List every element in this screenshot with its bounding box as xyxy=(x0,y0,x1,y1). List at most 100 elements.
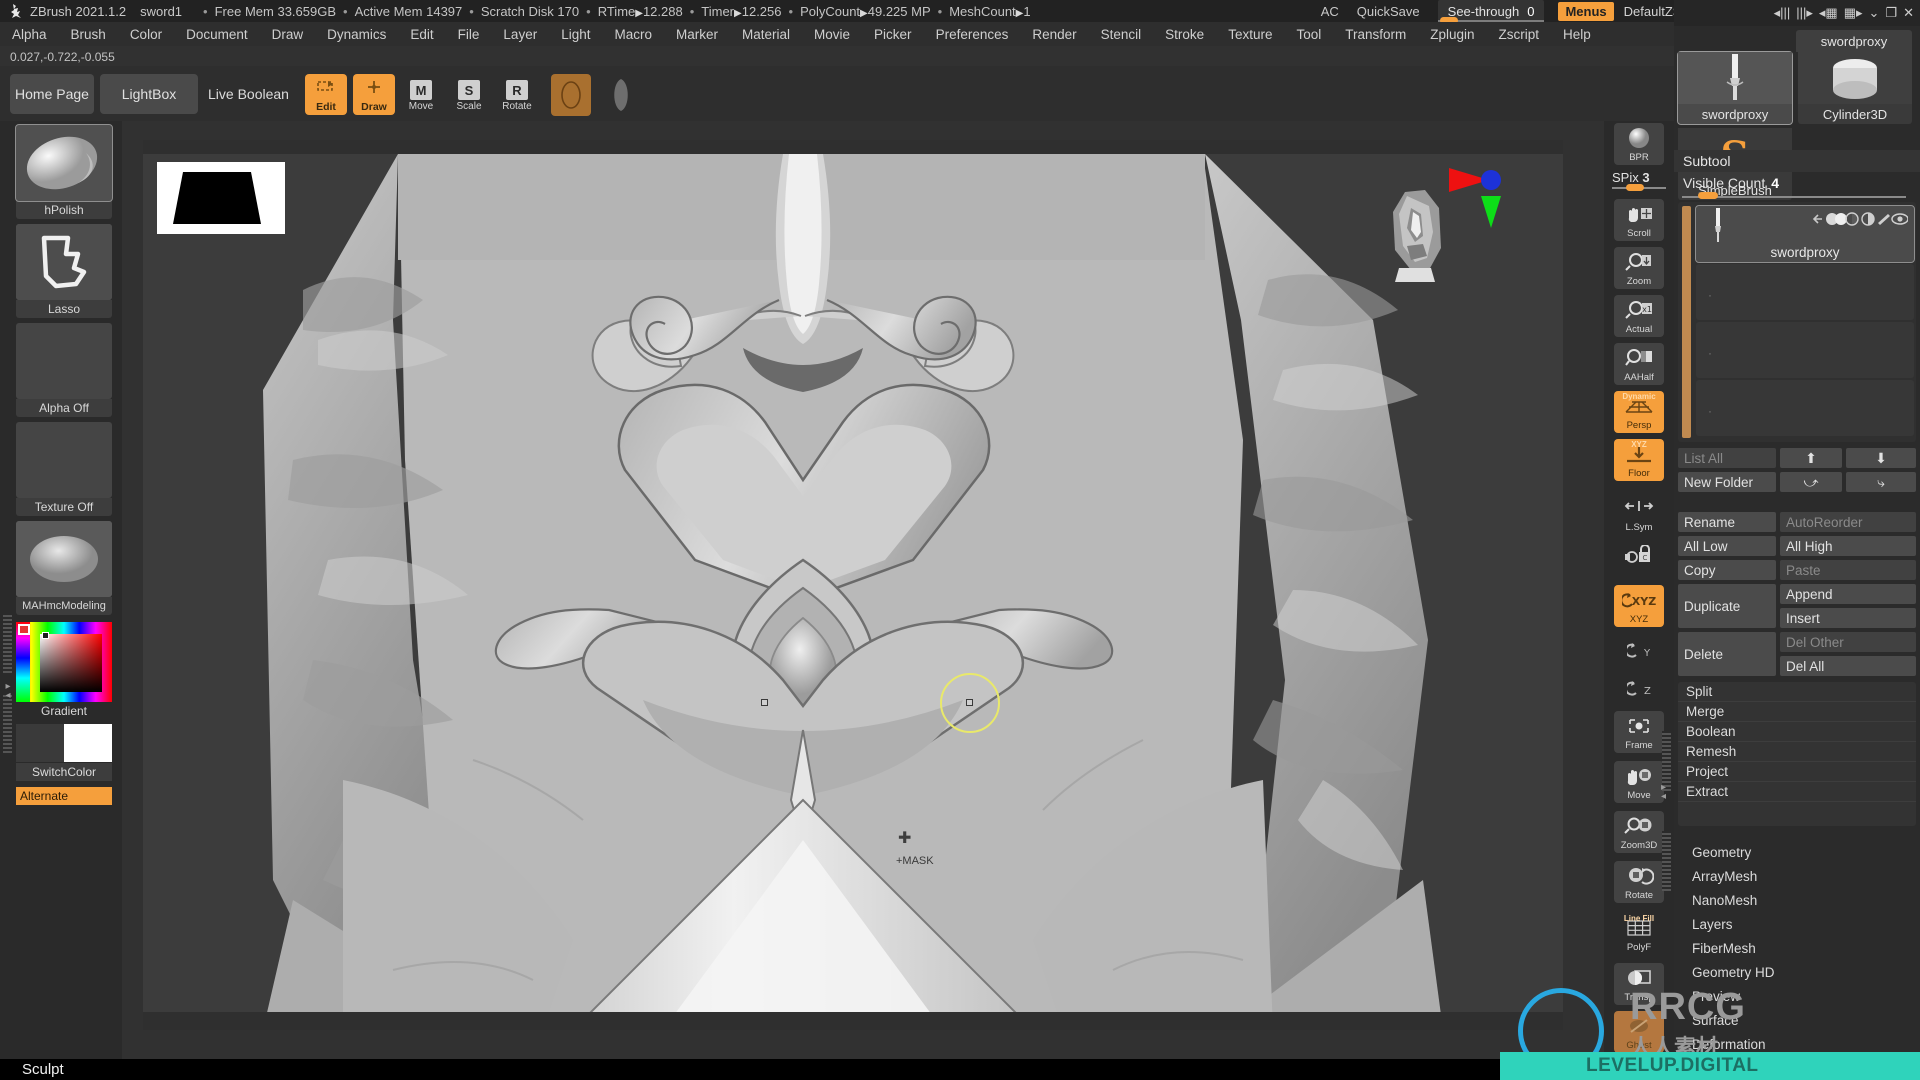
secondary-material-button[interactable] xyxy=(601,74,641,116)
menu-preferences[interactable]: Preferences xyxy=(924,27,1021,42)
palette-arraymesh[interactable]: ArrayMesh xyxy=(1674,866,1920,886)
move-up-folder-icon[interactable]: ⤻ xyxy=(1780,472,1842,492)
texture-selector[interactable]: Texture Off xyxy=(16,422,112,516)
ac-button[interactable]: AC xyxy=(1321,4,1339,19)
right-shelf-l-sym-button[interactable]: L.Sym xyxy=(1614,493,1664,535)
collapse-left-icon[interactable]: ◂ xyxy=(5,691,10,700)
menu-tool[interactable]: Tool xyxy=(1284,27,1333,42)
move-up-button[interactable]: ⬆ xyxy=(1780,448,1842,468)
menu-transform[interactable]: Transform xyxy=(1333,27,1418,42)
menu-material[interactable]: Material xyxy=(730,27,802,42)
right-shelf-move-button[interactable]: Move xyxy=(1614,761,1664,803)
subtool-op-project[interactable]: Project xyxy=(1678,762,1916,782)
next-item-icon[interactable]: ▦▸ xyxy=(1844,5,1863,21)
subtool-op-extract[interactable]: Extract xyxy=(1678,782,1916,802)
tool-slot-cylinder3d[interactable]: Cylinder3D xyxy=(1798,52,1912,124)
delete-button[interactable]: Delete xyxy=(1678,632,1776,676)
subtool-op-merge[interactable]: Merge xyxy=(1678,702,1916,722)
spix-knob[interactable] xyxy=(1626,184,1644,191)
alternate-button[interactable]: Alternate xyxy=(16,787,112,805)
orientation-head-gizmo[interactable] xyxy=(1385,162,1505,282)
tool-slot-swordproxy[interactable]: swordproxy xyxy=(1678,52,1792,124)
quicksave-button[interactable]: QuickSave xyxy=(1357,4,1420,19)
right-shelf-frame-button[interactable]: Frame xyxy=(1614,711,1664,753)
material-selector[interactable]: MAHmcModeling xyxy=(16,521,112,615)
edit-button[interactable]: Edit xyxy=(305,74,347,115)
menu-light[interactable]: Light xyxy=(549,27,602,42)
subtool-section-header[interactable]: Subtool xyxy=(1674,150,1920,172)
move-down-button[interactable]: ⬇ xyxy=(1846,448,1916,468)
scale-button[interactable]: S Scale xyxy=(452,74,486,112)
right-shelf-persp-button[interactable]: DynamicPersp xyxy=(1614,391,1664,433)
primary-swatch[interactable] xyxy=(64,724,112,762)
autoreorder-button[interactable]: AutoReorder xyxy=(1780,512,1916,532)
right-shelf-actual-button[interactable]: x1Actual xyxy=(1614,295,1664,337)
menu-zscript[interactable]: Zscript xyxy=(1487,27,1552,42)
prev-item-icon[interactable]: ◂▦ xyxy=(1819,5,1838,21)
menu-help[interactable]: Help xyxy=(1551,27,1603,42)
right-shelf-rotate-button[interactable]: Rotate xyxy=(1614,861,1664,903)
palette-surface[interactable]: Surface xyxy=(1674,1010,1920,1030)
subtool-op-remesh[interactable]: Remesh xyxy=(1678,742,1916,762)
palette-layers[interactable]: Layers xyxy=(1674,914,1920,934)
primary-color-marker[interactable] xyxy=(18,624,30,635)
sculpt-canvas[interactable]: ✚ +MASK xyxy=(143,140,1563,1030)
insert-button[interactable]: Insert xyxy=(1780,608,1916,628)
subtool-op-boolean[interactable]: Boolean xyxy=(1678,722,1916,742)
right-shelf-rotate-y-button[interactable]: Y xyxy=(1614,631,1664,673)
gradient-label[interactable]: Gradient xyxy=(16,704,112,718)
duplicate-button[interactable]: Duplicate xyxy=(1678,584,1776,628)
close-icon[interactable]: ✕ xyxy=(1903,5,1914,21)
live-boolean-button[interactable]: Live Boolean xyxy=(208,74,289,114)
move-into-folder-icon[interactable]: ⤷ xyxy=(1846,472,1916,492)
next-group-icon[interactable]: |||▸ xyxy=(1796,5,1813,21)
right-shelf-rotate-z-button[interactable]: Z xyxy=(1614,669,1664,711)
menu-brush[interactable]: Brush xyxy=(59,27,118,42)
palette-preview[interactable]: Preview xyxy=(1674,986,1920,1006)
move-button[interactable]: M Move xyxy=(404,74,438,112)
switch-color-button[interactable]: SwitchColor xyxy=(16,763,112,781)
material-swatch-button[interactable] xyxy=(551,74,591,116)
menu-zplugin[interactable]: Zplugin xyxy=(1418,27,1486,42)
subtool-visibility-icons[interactable] xyxy=(1812,211,1908,227)
palette-geometry[interactable]: Geometry xyxy=(1674,842,1920,862)
visible-count-slider[interactable]: Visible Count 4 xyxy=(1674,172,1920,194)
menu-marker[interactable]: Marker xyxy=(664,27,730,42)
subtool-scroll-bar[interactable] xyxy=(1682,206,1691,438)
stat-arrow-icon[interactable]: ▶ xyxy=(860,8,868,19)
menu-stencil[interactable]: Stencil xyxy=(1089,27,1154,42)
menu-edit[interactable]: Edit xyxy=(398,27,445,42)
right-shelf-xyz-button[interactable]: XYZXYZ xyxy=(1614,585,1664,627)
secondary-swatch[interactable] xyxy=(16,724,64,762)
subtool-row[interactable]: · xyxy=(1696,322,1914,378)
bpr-render-button[interactable]: BPR xyxy=(1614,123,1664,165)
all-low-button[interactable]: All Low xyxy=(1678,536,1776,556)
right-shelf-transform-lock-button[interactable]: C xyxy=(1614,535,1664,577)
rotate-button[interactable]: R Rotate xyxy=(500,74,534,112)
subtool-row-swordproxy[interactable]: swordproxy xyxy=(1696,206,1914,262)
subtool-op-split[interactable]: Split xyxy=(1678,682,1916,702)
lightbox-button[interactable]: LightBox xyxy=(100,74,198,114)
right-shelf-polyf-button[interactable]: Line FillPolyF xyxy=(1614,913,1664,955)
color-swatches[interactable] xyxy=(16,724,112,762)
brush-selector[interactable]: hPolish xyxy=(16,125,112,219)
menu-movie[interactable]: Movie xyxy=(802,27,862,42)
rename-button[interactable]: Rename xyxy=(1678,512,1776,532)
draw-button[interactable]: Draw xyxy=(353,74,395,115)
menus-button[interactable]: Menus xyxy=(1558,2,1613,21)
right-shelf-scroll-button[interactable]: Scroll xyxy=(1614,199,1664,241)
right-shelf-transp-button[interactable]: Transp xyxy=(1614,963,1664,1005)
new-folder-button[interactable]: New Folder xyxy=(1678,472,1776,492)
menu-alpha[interactable]: Alpha xyxy=(0,27,59,42)
color-cursor-marker[interactable] xyxy=(42,632,49,639)
home-page-button[interactable]: Home Page xyxy=(10,74,94,114)
right-shelf-floor-button[interactable]: XYZFloor xyxy=(1614,439,1664,481)
del-all-button[interactable]: Del All xyxy=(1780,656,1916,676)
stroke-selector[interactable]: Lasso xyxy=(16,224,112,318)
append-button[interactable]: Append xyxy=(1780,584,1916,604)
right-shelf-grip-bottom[interactable] xyxy=(1662,831,1671,891)
alpha-selector[interactable]: Alpha Off xyxy=(16,323,112,417)
menu-draw[interactable]: Draw xyxy=(260,27,316,42)
visible-count-knob[interactable] xyxy=(1698,192,1718,199)
menu-macro[interactable]: Macro xyxy=(602,27,664,42)
